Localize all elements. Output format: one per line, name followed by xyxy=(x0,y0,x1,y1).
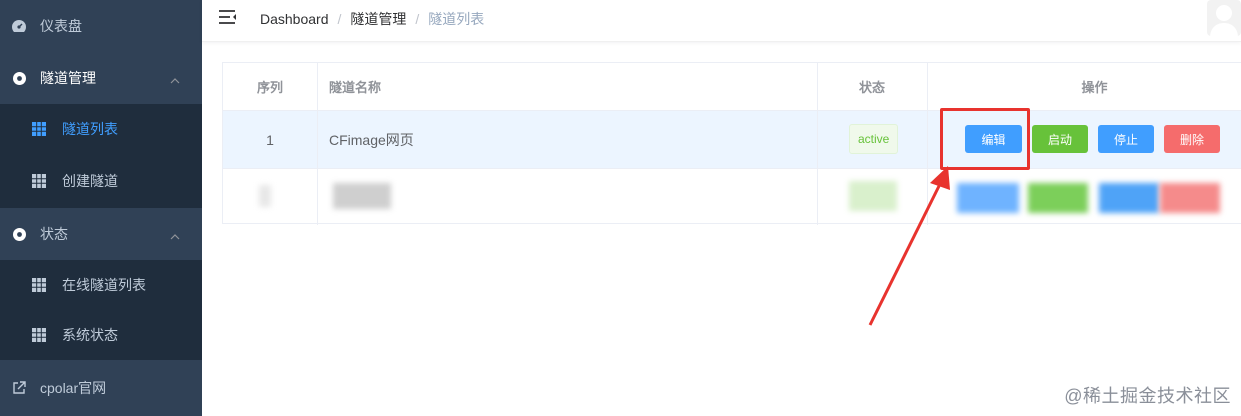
watermark: @稀土掘金技术社区 xyxy=(1064,386,1231,406)
annotation-arrow xyxy=(868,166,950,326)
